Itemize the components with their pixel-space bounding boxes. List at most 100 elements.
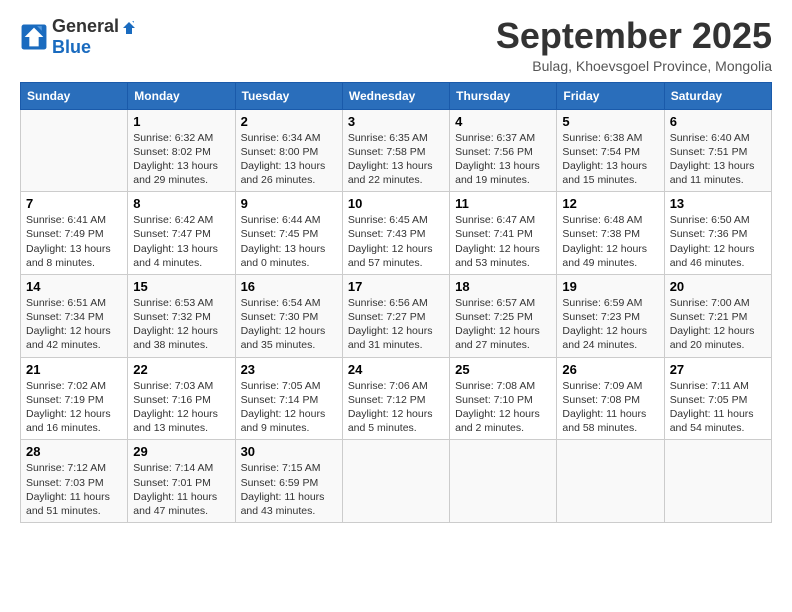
header-saturday: Saturday xyxy=(664,82,771,109)
calendar-week-5: 28Sunrise: 7:12 AM Sunset: 7:03 PM Dayli… xyxy=(21,440,772,523)
day-number: 7 xyxy=(26,196,122,211)
day-number: 22 xyxy=(133,362,229,377)
calendar-cell: 4Sunrise: 6:37 AM Sunset: 7:56 PM Daylig… xyxy=(450,109,557,192)
day-info: Sunrise: 6:53 AM Sunset: 7:32 PM Dayligh… xyxy=(133,296,229,353)
day-info: Sunrise: 6:40 AM Sunset: 7:51 PM Dayligh… xyxy=(670,131,766,188)
day-info: Sunrise: 6:56 AM Sunset: 7:27 PM Dayligh… xyxy=(348,296,444,353)
calendar-cell: 20 Sunrise: 7:00 AM Sunset: 7:21 PM Dayli… xyxy=(664,274,771,357)
header-sunday: Sunday xyxy=(21,82,128,109)
day-number: 15 xyxy=(133,279,229,294)
day-info: Sunrise: 6:54 AM Sunset: 7:30 PM Dayligh… xyxy=(241,296,337,353)
calendar-cell xyxy=(21,109,128,192)
calendar-table: Sunday Monday Tuesday Wednesday Thursday… xyxy=(20,82,772,523)
calendar-week-1: 1 Sunrise: 6:32 AM Sunset: 8:02 PM Daylig… xyxy=(21,109,772,192)
calendar-header: Sunday Monday Tuesday Wednesday Thursday… xyxy=(21,82,772,109)
day-info: Sunrise: 7:08 AM Sunset: 7:10 PM Dayligh… xyxy=(455,379,551,436)
calendar-cell: 24Sunrise: 7:06 AM Sunset: 7:12 PM Dayli… xyxy=(342,357,449,440)
day-number: 10 xyxy=(348,196,444,211)
day-info: Sunrise: 7:00 AM Sunset: 7:21 PM Dayligh… xyxy=(670,296,766,353)
calendar-week-4: 21 Sunrise: 7:02 AM Sunset: 7:19 PM Dayli… xyxy=(21,357,772,440)
calendar-cell: 19Sunrise: 6:59 AM Sunset: 7:23 PM Dayli… xyxy=(557,274,664,357)
calendar-cell: 16 Sunrise: 6:54 AM Sunset: 7:30 PM Dayli… xyxy=(235,274,342,357)
day-info: Sunrise: 6:57 AM Sunset: 7:25 PM Dayligh… xyxy=(455,296,551,353)
calendar-cell xyxy=(557,440,664,523)
header-thursday: Thursday xyxy=(450,82,557,109)
day-number: 30 xyxy=(241,444,337,459)
calendar-cell: 6 Sunrise: 6:40 AM Sunset: 7:51 PM Daylig… xyxy=(664,109,771,192)
calendar-week-3: 14 Sunrise: 6:51 AM Sunset: 7:34 PM Dayli… xyxy=(21,274,772,357)
header: GeneralBlue September 2025 Bulag, Khoevs… xyxy=(20,16,772,74)
calendar-cell: 15 Sunrise: 6:53 AM Sunset: 7:32 PM Dayli… xyxy=(128,274,235,357)
day-number: 25 xyxy=(455,362,551,377)
day-number: 19 xyxy=(562,279,658,294)
day-info: Sunrise: 6:35 AM Sunset: 7:58 PM Dayligh… xyxy=(348,131,444,188)
calendar-cell xyxy=(342,440,449,523)
header-wednesday: Wednesday xyxy=(342,82,449,109)
day-info: Sunrise: 7:09 AM Sunset: 7:08 PM Dayligh… xyxy=(562,379,658,436)
day-info: Sunrise: 6:48 AM Sunset: 7:38 PM Dayligh… xyxy=(562,213,658,270)
calendar-cell: 2Sunrise: 6:34 AM Sunset: 8:00 PM Daylig… xyxy=(235,109,342,192)
header-monday: Monday xyxy=(128,82,235,109)
day-info: Sunrise: 6:37 AM Sunset: 7:56 PM Dayligh… xyxy=(455,131,551,188)
calendar-cell: 30Sunrise: 7:15 AM Sunset: 6:59 PM Dayli… xyxy=(235,440,342,523)
calendar-cell: 21 Sunrise: 7:02 AM Sunset: 7:19 PM Dayli… xyxy=(21,357,128,440)
location-subtitle: Bulag, Khoevsgoel Province, Mongolia xyxy=(496,58,772,74)
day-info: Sunrise: 6:50 AM Sunset: 7:36 PM Dayligh… xyxy=(670,213,766,270)
calendar-cell: 18Sunrise: 6:57 AM Sunset: 7:25 PM Dayli… xyxy=(450,274,557,357)
calendar-cell: 13 Sunrise: 6:50 AM Sunset: 7:36 PM Dayli… xyxy=(664,192,771,275)
day-number: 20 xyxy=(670,279,766,294)
day-number: 3 xyxy=(348,114,444,129)
calendar-cell: 25 Sunrise: 7:08 AM Sunset: 7:10 PM Dayli… xyxy=(450,357,557,440)
calendar-cell: 28Sunrise: 7:12 AM Sunset: 7:03 PM Dayli… xyxy=(21,440,128,523)
day-info: Sunrise: 7:12 AM Sunset: 7:03 PM Dayligh… xyxy=(26,461,122,518)
day-info: Sunrise: 6:51 AM Sunset: 7:34 PM Dayligh… xyxy=(26,296,122,353)
calendar-cell: 12 Sunrise: 6:48 AM Sunset: 7:38 PM Dayli… xyxy=(557,192,664,275)
day-info: Sunrise: 7:03 AM Sunset: 7:16 PM Dayligh… xyxy=(133,379,229,436)
day-number: 6 xyxy=(670,114,766,129)
calendar-body: 1 Sunrise: 6:32 AM Sunset: 8:02 PM Daylig… xyxy=(21,109,772,522)
calendar-cell: 7Sunrise: 6:41 AM Sunset: 7:49 PM Daylig… xyxy=(21,192,128,275)
day-number: 23 xyxy=(241,362,337,377)
day-info: Sunrise: 6:38 AM Sunset: 7:54 PM Dayligh… xyxy=(562,131,658,188)
header-tuesday: Tuesday xyxy=(235,82,342,109)
calendar-cell: 23Sunrise: 7:05 AM Sunset: 7:14 PM Dayli… xyxy=(235,357,342,440)
day-number: 12 xyxy=(562,196,658,211)
day-number: 5 xyxy=(562,114,658,129)
logo: GeneralBlue xyxy=(20,16,137,58)
day-info: Sunrise: 6:47 AM Sunset: 7:41 PM Dayligh… xyxy=(455,213,551,270)
day-number: 13 xyxy=(670,196,766,211)
calendar-cell: 26Sunrise: 7:09 AM Sunset: 7:08 PM Dayli… xyxy=(557,357,664,440)
calendar-cell xyxy=(450,440,557,523)
day-info: Sunrise: 6:42 AM Sunset: 7:47 PM Dayligh… xyxy=(133,213,229,270)
day-number: 14 xyxy=(26,279,122,294)
header-row: Sunday Monday Tuesday Wednesday Thursday… xyxy=(21,82,772,109)
day-info: Sunrise: 7:06 AM Sunset: 7:12 PM Dayligh… xyxy=(348,379,444,436)
calendar-cell: 1 Sunrise: 6:32 AM Sunset: 8:02 PM Daylig… xyxy=(128,109,235,192)
day-number: 21 xyxy=(26,362,122,377)
calendar-cell: 8Sunrise: 6:42 AM Sunset: 7:47 PM Daylig… xyxy=(128,192,235,275)
day-info: Sunrise: 7:11 AM Sunset: 7:05 PM Dayligh… xyxy=(670,379,766,436)
day-number: 1 xyxy=(133,114,229,129)
month-title: September 2025 xyxy=(496,16,772,56)
header-friday: Friday xyxy=(557,82,664,109)
day-number: 29 xyxy=(133,444,229,459)
day-info: Sunrise: 6:45 AM Sunset: 7:43 PM Dayligh… xyxy=(348,213,444,270)
logo-icon xyxy=(20,23,48,51)
day-info: Sunrise: 6:44 AM Sunset: 7:45 PM Dayligh… xyxy=(241,213,337,270)
calendar-cell xyxy=(664,440,771,523)
day-info: Sunrise: 6:32 AM Sunset: 8:02 PM Dayligh… xyxy=(133,131,229,188)
calendar-cell: 9Sunrise: 6:44 AM Sunset: 7:45 PM Daylig… xyxy=(235,192,342,275)
title-block: September 2025 Bulag, Khoevsgoel Provinc… xyxy=(496,16,772,74)
day-number: 16 xyxy=(241,279,337,294)
day-info: Sunrise: 7:14 AM Sunset: 7:01 PM Dayligh… xyxy=(133,461,229,518)
calendar-cell: 3 Sunrise: 6:35 AM Sunset: 7:58 PM Daylig… xyxy=(342,109,449,192)
calendar-cell: 17Sunrise: 6:56 AM Sunset: 7:27 PM Dayli… xyxy=(342,274,449,357)
calendar-cell: 22 Sunrise: 7:03 AM Sunset: 7:16 PM Dayli… xyxy=(128,357,235,440)
day-number: 27 xyxy=(670,362,766,377)
calendar-cell: 27 Sunrise: 7:11 AM Sunset: 7:05 PM Dayli… xyxy=(664,357,771,440)
day-number: 2 xyxy=(241,114,337,129)
day-info: Sunrise: 7:02 AM Sunset: 7:19 PM Dayligh… xyxy=(26,379,122,436)
calendar-cell: 11Sunrise: 6:47 AM Sunset: 7:41 PM Dayli… xyxy=(450,192,557,275)
calendar-cell: 10 Sunrise: 6:45 AM Sunset: 7:43 PM Dayli… xyxy=(342,192,449,275)
logo-text: GeneralBlue xyxy=(52,16,137,58)
